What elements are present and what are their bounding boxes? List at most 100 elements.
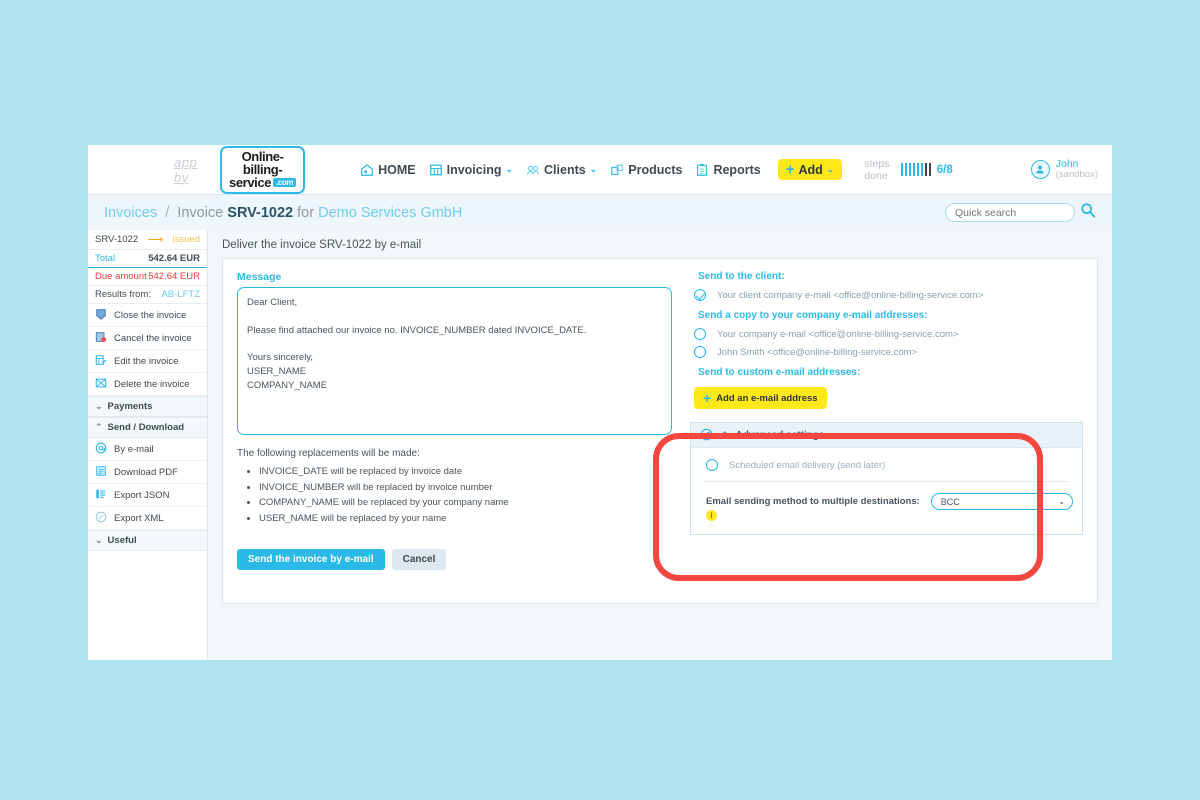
breadcrumb-mid: for <box>297 204 315 221</box>
search-input[interactable] <box>945 203 1075 222</box>
sending-method-label: Email sending method to multiple destina… <box>706 496 920 507</box>
breadcrumb-invoice-number: SRV-1022 <box>227 204 294 221</box>
recipient-company-option[interactable]: Your company e-mail <office@online-billi… <box>694 328 1083 340</box>
close-invoice-icon <box>95 308 109 322</box>
sidebar-item-edit-invoice[interactable]: Edit the invoice <box>88 350 207 373</box>
form-actions: Send the invoice by e-mail Cancel <box>237 549 1083 570</box>
chevron-down-icon: ⌄ <box>826 164 835 174</box>
main-content: Deliver the invoice SRV-1022 by e-mail M… <box>208 230 1112 660</box>
checkbox-icon[interactable] <box>694 346 706 358</box>
app-by-label: app by <box>174 154 198 185</box>
sidebar-label-delete-invoice: Delete the invoice <box>114 378 190 390</box>
page-title: Deliver the invoice SRV-1022 by e-mail <box>222 239 422 251</box>
sidebar-group-label-useful: Useful <box>107 535 137 546</box>
add-button[interactable]: + Add ⌄ <box>777 159 843 180</box>
scheduled-delivery-option[interactable]: Scheduled email delivery (send later) <box>706 459 1073 471</box>
steps-progress: steps done 6/8 <box>864 158 952 182</box>
sending-method-label-wrap: Email sending method to multiple destina… <box>706 493 920 521</box>
search-icon[interactable] <box>1080 202 1096 223</box>
clients-icon <box>526 163 540 177</box>
nav-label-products: Products <box>628 162 683 177</box>
breadcrumb-client[interactable]: Demo Services GmbH <box>318 205 462 221</box>
advanced-settings-panel: ⌃ Advanced settings Scheduled email deli… <box>690 422 1083 535</box>
sidebar-item-export-json[interactable]: Export JSON <box>88 484 207 507</box>
sidebar-total-label: Total <box>95 253 116 264</box>
chevron-up-icon: ⌃ <box>95 422 103 432</box>
logo-domain: .com <box>273 177 297 187</box>
sidebar-total-value: 542.64 EUR <box>148 253 200 264</box>
breadcrumb-prefix: Invoice <box>177 204 224 221</box>
replacements-list: INVOICE_DATE will be replaced by invoice… <box>259 464 672 527</box>
sidebar-item-by-email[interactable]: By e-mail <box>88 438 207 461</box>
checkbox-icon[interactable] <box>694 328 706 340</box>
sidebar-label-export-json: Export JSON <box>114 489 170 501</box>
recipients-column: Send to the client: Your client company … <box>690 271 1083 535</box>
message-textarea[interactable]: Dear Client, Please find attached our in… <box>237 287 672 435</box>
steps-count: 6/8 <box>936 163 953 176</box>
sidebar-item-cancel-invoice[interactable]: Cancel the invoice <box>88 327 207 350</box>
list-item: COMPANY_NAME will be replaced by your co… <box>259 495 672 511</box>
steps-bars <box>900 163 931 176</box>
list-item: INVOICE_NUMBER will be replaced by invoi… <box>259 480 672 496</box>
sidebar-item-delete-invoice[interactable]: Delete the invoice <box>88 373 207 396</box>
sidebar-label-edit-invoice: Edit the invoice <box>114 355 179 367</box>
user-mode: (sandbox) <box>1055 169 1098 181</box>
chevron-down-icon: ⌄ <box>95 535 103 545</box>
brand-logo[interactable]: Online-billing- service .com <box>220 145 306 194</box>
sidebar-item-download-pdf[interactable]: Download PDF <box>88 461 207 484</box>
arrow-right-icon: ⟶ <box>147 234 164 246</box>
recipient-client-option[interactable]: Your client company e-mail <office@onlin… <box>694 289 1083 301</box>
avatar <box>1030 159 1050 179</box>
nav-item-reports[interactable]: Reports <box>695 162 761 177</box>
client-heading: Send to the client: <box>698 271 785 282</box>
sidebar-label-cancel-invoice: Cancel the invoice <box>114 332 192 344</box>
advanced-settings-header[interactable]: ⌃ Advanced settings <box>691 423 1082 448</box>
sidebar-group-send-download[interactable]: ⌃ Send / Download <box>88 417 207 438</box>
application-window: app by Online-billing- service .com HOME … <box>88 145 1112 660</box>
list-item: INVOICE_DATE will be replaced by invoice… <box>259 464 672 480</box>
user-menu[interactable]: John (sandbox) <box>1030 158 1098 181</box>
app-header: app by Online-billing- service .com HOME … <box>88 145 1112 194</box>
message-label: Message <box>237 271 282 283</box>
send-invoice-button[interactable]: Send the invoice by e-mail <box>237 549 385 570</box>
user-info: John (sandbox) <box>1056 158 1098 181</box>
nav-item-clients[interactable]: Clients ⌄ <box>526 163 597 177</box>
nav-item-invoicing[interactable]: Invoicing ⌄ <box>429 163 513 177</box>
sidebar-group-label-payments: Payments <box>107 401 153 412</box>
sidebar-item-close-invoice[interactable]: Close the invoice <box>88 304 207 327</box>
sidebar-results-label: Results from: <box>95 289 151 300</box>
info-icon[interactable]: i <box>706 510 717 521</box>
logo-line-1: Online-billing- <box>241 148 284 177</box>
add-button-label: Add <box>798 162 823 177</box>
recipient-user-option[interactable]: John Smith <office@online-billing-servic… <box>694 346 1083 358</box>
delete-invoice-icon <box>95 377 109 391</box>
chevron-down-icon: ⌄ <box>589 164 598 174</box>
sidebar-group-payments[interactable]: ⌄ Payments <box>88 396 207 417</box>
sidebar: SRV-1022 ⟶ issued Total 542.64 EUR Due a… <box>88 230 208 660</box>
home-icon <box>360 163 374 177</box>
xml-icon <box>95 511 109 525</box>
sidebar-results-row: Results from: AB-LFTZ <box>88 286 207 304</box>
replacements-intro: The following replacements will be made: <box>237 448 420 459</box>
checkbox-icon[interactable] <box>706 459 718 471</box>
sending-method-select[interactable]: BCC <box>930 493 1073 510</box>
sidebar-results-value[interactable]: AB-LFTZ <box>161 289 200 300</box>
breadcrumb-root[interactable]: Invoices <box>104 205 157 221</box>
at-sign-icon <box>95 442 109 456</box>
nav-item-home[interactable]: HOME <box>360 163 416 177</box>
sidebar-label-download-pdf: Download PDF <box>114 466 178 478</box>
breadcrumb-bar: Invoices / Invoice SRV-1022 for Demo Ser… <box>88 194 1112 230</box>
nav-label-home: HOME <box>378 162 416 177</box>
recipient-company-label: Your company e-mail <office@online-billi… <box>717 328 959 340</box>
plus-icon: + <box>785 161 795 178</box>
add-email-address-button[interactable]: + Add an e-mail address <box>694 387 827 409</box>
sidebar-item-export-xml[interactable]: Export XML <box>88 507 207 530</box>
sending-method-row: Email sending method to multiple destina… <box>700 493 1073 521</box>
nav-item-products[interactable]: Products <box>610 163 682 177</box>
checkbox-checked-icon[interactable] <box>694 289 706 301</box>
sidebar-group-useful[interactable]: ⌄ Useful <box>88 530 207 551</box>
nav-label-reports: Reports <box>713 162 761 177</box>
status-badge: issued <box>172 234 200 245</box>
app-body: SRV-1022 ⟶ issued Total 542.64 EUR Due a… <box>88 230 1112 660</box>
cancel-button[interactable]: Cancel <box>391 549 447 570</box>
